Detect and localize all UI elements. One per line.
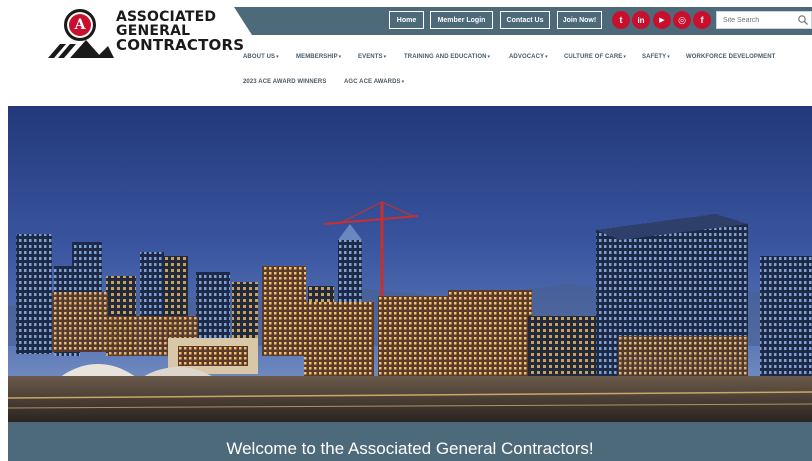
welcome-heading: Welcome to the Associated General Contra… (226, 438, 594, 458)
nav-item-label: SAFETY (642, 54, 667, 60)
nav-item-culture-of-care[interactable]: CULTURE OF CARE▾ (564, 54, 626, 60)
caret-down-icon: ▾ (401, 79, 405, 85)
nav-item-2023-ace-award-winners[interactable]: 2023 ACE AWARD WINNERS (243, 79, 326, 85)
site-search (716, 11, 812, 29)
nav-item-events[interactable]: EVENTS▾ (358, 54, 386, 60)
instagram-icon[interactable]: ◎ (673, 11, 691, 29)
caret-down-icon: ▾ (276, 54, 279, 60)
join-now-button[interactable]: Join Now! (557, 11, 602, 29)
caret-down-icon: ▾ (545, 54, 548, 60)
welcome-banner: Welcome to the Associated General Contra… (8, 422, 812, 461)
contact-us-button[interactable]: Contact Us (500, 11, 550, 29)
nav-item-advocacy[interactable]: ADVOCACY▾ (509, 54, 548, 60)
nav-item-label: MEMBERSHIP (296, 54, 338, 60)
caret-down-icon: ▾ (487, 54, 491, 60)
twitter-icon[interactable]: t (612, 11, 630, 29)
nav-item-workforce-development[interactable]: WORKFORCE DEVELOPMENT (686, 54, 775, 60)
caret-down-icon: ▾ (383, 54, 387, 60)
nav-item-label: ADVOCACY (509, 54, 545, 60)
linkedin-icon[interactable]: in (632, 11, 650, 29)
caret-down-icon: ▾ (667, 54, 670, 60)
nav-item-label: CULTURE OF CARE (564, 54, 623, 60)
member-login-button[interactable]: Member Login (430, 11, 493, 29)
nav-item-label: TRAINING AND EDUCATION (404, 54, 487, 60)
caret-down-icon: ▾ (623, 54, 627, 60)
nav-item-agc-ace-awards[interactable]: AGC ACE AWARDS▾ (344, 79, 404, 85)
search-input[interactable] (717, 12, 795, 28)
caret-down-icon: ▾ (338, 54, 342, 60)
nav-item-label: WORKFORCE DEVELOPMENT (686, 54, 776, 60)
nav-item-label: AGC ACE AWARDS (344, 79, 401, 85)
emblem-letter: A (74, 17, 86, 33)
skyline-illustration (8, 106, 812, 422)
hero-city-skyline-image (8, 106, 812, 422)
home-button[interactable]: Home (389, 11, 424, 29)
logo-line-3: CONTRACTORS (116, 36, 245, 54)
nav-item-about-us[interactable]: ABOUT US▾ (243, 54, 279, 60)
nav-item-training-and-education[interactable]: TRAINING AND EDUCATION▾ (404, 54, 490, 60)
search-icon[interactable] (797, 14, 809, 26)
logo-line-1: ASSOCIATED (116, 9, 217, 25)
nav-item-safety[interactable]: SAFETY▾ (642, 54, 670, 60)
facebook-icon[interactable]: f (693, 11, 711, 29)
agc-logo[interactable]: A ASSOCIATED GENERAL CONTRACTORS (48, 8, 244, 58)
nav-item-label: EVENTS (358, 54, 383, 60)
nav-item-label: ABOUT US (243, 54, 276, 60)
page: A ASSOCIATED GENERAL CONTRACTORS Home Me… (0, 0, 812, 461)
nav-item-membership[interactable]: MEMBERSHIP▾ (296, 54, 341, 60)
youtube-icon[interactable]: ▶ (653, 11, 671, 29)
logo-triangles-icon (48, 40, 114, 58)
agc-emblem-icon: A (64, 9, 96, 41)
logo-wordmark: ASSOCIATED GENERAL CONTRACTORS (116, 9, 245, 54)
nav-item-label: 2023 ACE AWARD WINNERS (243, 79, 327, 85)
